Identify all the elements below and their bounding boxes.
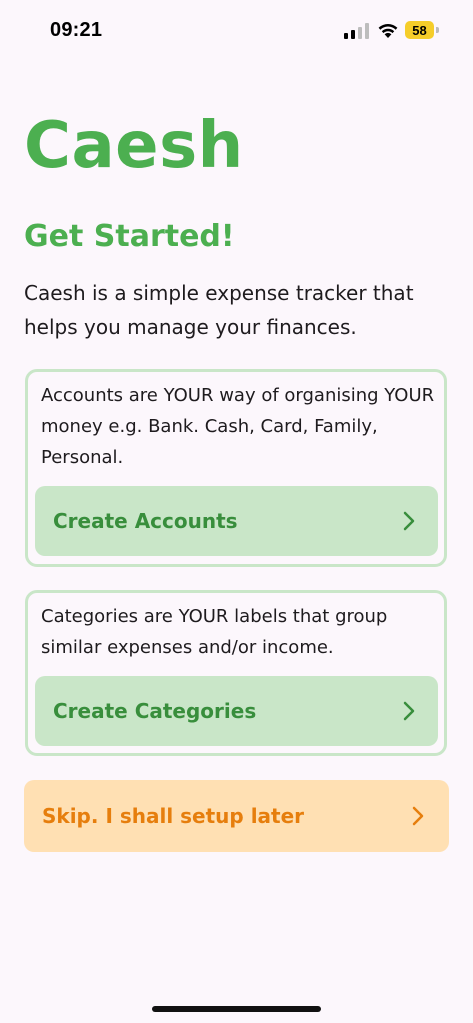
- wifi-icon: [378, 23, 398, 38]
- skip-setup-label: Skip. I shall setup later: [42, 804, 305, 828]
- accounts-card: Accounts are YOUR way of organising YOUR…: [25, 369, 447, 567]
- accounts-description: Accounts are YOUR way of organising YOUR…: [41, 385, 435, 468]
- chevron-right-icon: [412, 806, 424, 826]
- skip-setup-button[interactable]: Skip. I shall setup later: [24, 780, 449, 852]
- page-heading: Get Started!: [24, 219, 235, 254]
- create-categories-label: Create Categories: [53, 699, 257, 723]
- categories-card: Categories are YOUR labels that group si…: [25, 590, 447, 756]
- battery-tip: [436, 27, 439, 33]
- home-indicator[interactable]: [152, 1006, 321, 1012]
- categories-description: Categories are YOUR labels that group si…: [41, 606, 388, 658]
- app-title: Caesh: [24, 109, 244, 183]
- chevron-right-icon: [403, 701, 415, 721]
- status-time: 09:21: [50, 19, 103, 41]
- cellular-signal-icon: [344, 23, 369, 39]
- battery-icon: 58: [405, 21, 439, 39]
- battery-level: 58: [405, 21, 434, 39]
- create-accounts-button[interactable]: Create Accounts: [35, 486, 438, 556]
- intro-text: Caesh is a simple expense tracker that h…: [24, 281, 414, 339]
- create-categories-button[interactable]: Create Categories: [35, 676, 438, 746]
- create-accounts-label: Create Accounts: [53, 509, 238, 533]
- chevron-right-icon: [403, 511, 415, 531]
- status-bar: 09:21 58: [0, 0, 473, 64]
